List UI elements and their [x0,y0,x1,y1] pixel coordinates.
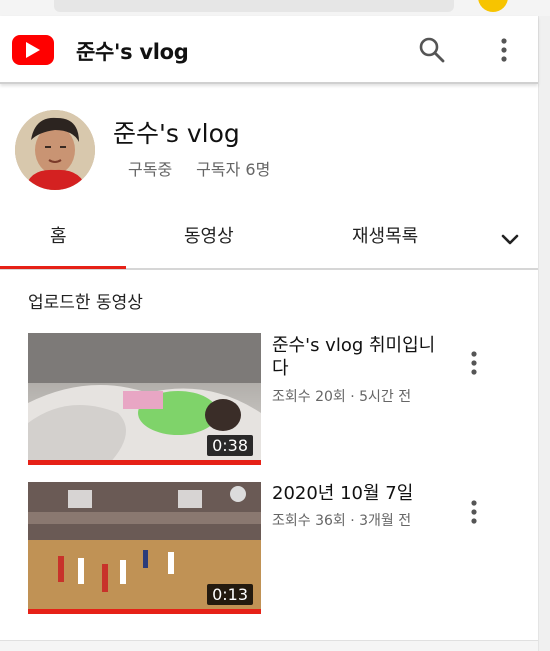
subscribed-status[interactable]: 구독중 [128,160,172,179]
video-title[interactable]: 2020년 10월 7일 [272,482,442,505]
watched-progress-bar [28,609,261,614]
video-meta: 조회수 20회 · 5시간 전 [272,389,412,405]
video-more-button[interactable] [462,348,486,378]
app-header: 준수's vlog [0,16,538,84]
more-options-button[interactable] [486,32,522,68]
channel-avatar[interactable] [15,110,95,190]
tab-home[interactable]: 홈 [50,222,67,248]
video-more-button[interactable] [462,497,486,527]
bottom-edge [0,640,538,651]
header-title: 준수's vlog [76,40,189,64]
channel-name: 준수's vlog [113,119,240,148]
address-bar-edge [54,0,454,12]
video-thumbnail[interactable]: 0:13 [28,482,261,614]
tabs-more-button[interactable] [498,228,522,252]
browser-top-strip [0,0,550,16]
video-meta: 조회수 36회 · 3개월 전 [272,513,412,529]
right-gutter [538,16,550,651]
chevron-down-icon [501,234,519,245]
video-thumbnail[interactable]: 0:38 [28,333,261,465]
search-button[interactable] [414,32,450,68]
video-title[interactable]: 준수's vlog 취미입니다 [272,334,442,380]
watched-progress-bar [28,460,261,465]
tab-home-indicator [0,266,126,269]
video-duration: 0:38 [207,435,253,456]
more-vert-icon [471,351,477,375]
more-vert-icon [501,38,507,62]
channel-page: 준수's vlog 준수's vlog 구독중 구독자 6명 홈 동영상 재생목… [0,16,538,640]
tab-playlists[interactable]: 재생목록 [352,222,418,248]
channel-meta: 구독중 구독자 6명 [128,156,270,180]
section-title: 업로드한 동영상 [28,293,143,313]
subscriber-count: 구독자 6명 [196,160,271,179]
video-duration: 0:13 [207,584,253,605]
youtube-logo-icon[interactable] [12,35,54,65]
more-vert-icon [471,500,477,524]
play-triangle-icon [26,42,40,58]
avatar-image [15,110,95,190]
notification-dot-icon [478,0,508,12]
channel-tabs: 홈 동영상 재생목록 [0,208,538,270]
tab-videos[interactable]: 동영상 [184,222,234,248]
search-icon [419,37,445,63]
